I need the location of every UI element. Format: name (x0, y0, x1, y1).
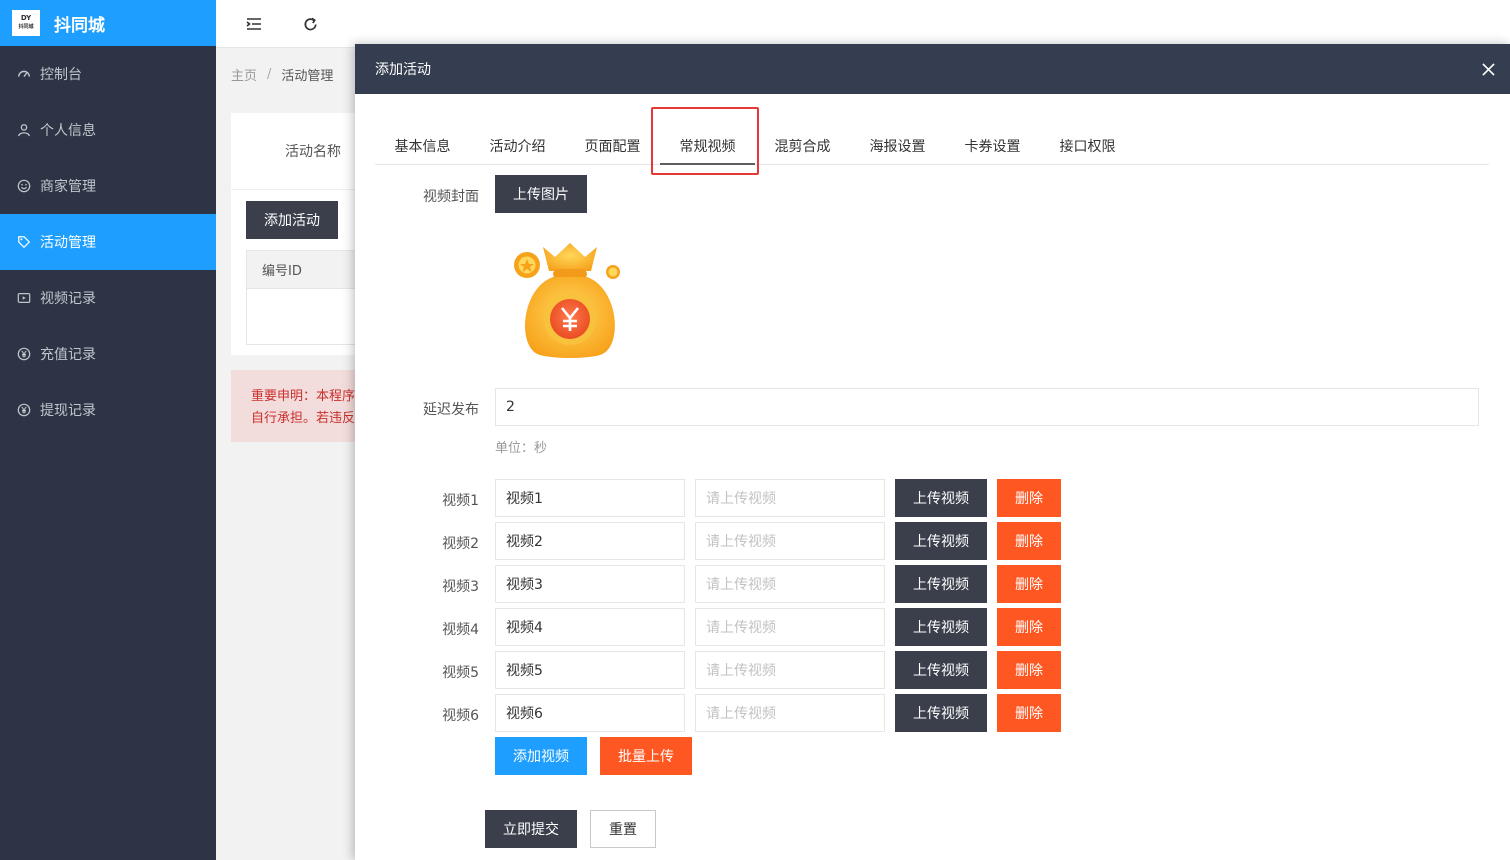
sidebar-item-video-records[interactable]: 视频记录 (0, 270, 216, 326)
delete-button[interactable]: 删除 (997, 651, 1061, 689)
upload-video-button[interactable]: 上传视频 (895, 565, 987, 603)
modal-header: 添加活动 (355, 44, 1510, 94)
video-label: 视频5 (442, 665, 479, 681)
video-file-input[interactable]: 请上传视频 (695, 694, 885, 732)
video-label: 视频4 (442, 622, 479, 638)
delete-button[interactable]: 删除 (997, 522, 1061, 560)
filter-label: 活动名称 (285, 144, 341, 160)
sidebar-item-activities[interactable]: 活动管理 (0, 214, 216, 270)
sidebar-item-label: 提现记录 (40, 403, 96, 419)
delete-button[interactable]: 删除 (997, 565, 1061, 603)
money-bag-icon (514, 243, 620, 358)
delete-button[interactable]: 删除 (997, 479, 1061, 517)
modal-title: 添加活动 (375, 62, 431, 78)
tab-page-config[interactable]: 页面配置 (565, 122, 660, 164)
video-file-input[interactable]: 请上传视频 (695, 608, 885, 646)
delay-unit-hint: 单位：秒 (495, 441, 548, 456)
upload-video-button[interactable]: 上传视频 (895, 522, 987, 560)
dashboard-icon (16, 66, 32, 82)
video-file-input[interactable]: 请上传视频 (695, 651, 885, 689)
notice-line: 重要申明：本程序 (251, 389, 356, 404)
add-video-button[interactable]: 添加视频 (495, 737, 587, 775)
video-file-input[interactable]: 请上传视频 (695, 565, 885, 603)
upload-video-button[interactable]: 上传视频 (895, 694, 987, 732)
upload-video-button[interactable]: 上传视频 (895, 479, 987, 517)
table-header-id: 编号ID (247, 251, 370, 289)
upload-video-button[interactable]: 上传视频 (895, 608, 987, 646)
sidebar-item-profile[interactable]: 个人信息 (0, 102, 216, 158)
logo-small-bottom: 抖同城 (18, 24, 34, 30)
yen-icon (16, 346, 32, 362)
add-activity-modal: 添加活动 基本信息 活动介绍 页面配置 常规视频 混剪合成 海报设置 卡券设置 … (355, 44, 1510, 860)
submit-button[interactable]: 立即提交 (485, 810, 577, 848)
top-header (216, 0, 1510, 48)
sidebar-item-recharge-records[interactable]: 充值记录 (0, 326, 216, 382)
sidebar-item-label: 控制台 (40, 67, 82, 83)
sidebar-item-withdraw-records[interactable]: 提现记录 (0, 382, 216, 438)
smile-icon (16, 178, 32, 194)
tab-basic-info[interactable]: 基本信息 (375, 122, 470, 164)
video-icon (16, 290, 32, 306)
delete-button[interactable]: 删除 (997, 694, 1061, 732)
video-name-input[interactable]: 视频6 (495, 694, 685, 732)
upload-video-button[interactable]: 上传视频 (895, 651, 987, 689)
refresh-icon[interactable] (300, 14, 320, 34)
delay-input[interactable]: 2 (495, 388, 1479, 426)
notice-line: 自行承担。若违反 (251, 411, 356, 426)
video-name-input[interactable]: 视频5 (495, 651, 685, 689)
video-label: 视频2 (442, 536, 479, 552)
activity-table: 编号ID (246, 250, 371, 345)
tab-mixed-edit[interactable]: 混剪合成 (755, 122, 850, 164)
notice-banner: 重要申明：本程序 自行承担。若违反 (231, 370, 371, 442)
batch-upload-button[interactable]: 批量上传 (600, 737, 692, 775)
reset-button[interactable]: 重置 (590, 810, 656, 848)
sidebar-item-label: 个人信息 (40, 123, 96, 139)
video-label: 视频6 (442, 708, 479, 724)
sidebar-item-label: 活动管理 (40, 235, 96, 251)
modal-tabs: 基本信息 活动介绍 页面配置 常规视频 混剪合成 海报设置 卡券设置 接口权限 (375, 122, 1489, 165)
video-name-input[interactable]: 视频3 (495, 565, 685, 603)
tab-coupon-settings[interactable]: 卡券设置 (945, 122, 1040, 164)
breadcrumb-separator: / (267, 66, 272, 82)
tab-poster-settings[interactable]: 海报设置 (850, 122, 945, 164)
breadcrumb-current: 活动管理 (281, 68, 334, 84)
tag-icon (16, 234, 32, 250)
sidebar-item-dashboard[interactable]: 控制台 (0, 46, 216, 102)
add-activity-button[interactable]: 添加活动 (246, 201, 338, 239)
divider (231, 189, 371, 190)
activity-list-card: 活动名称 添加活动 编号ID (231, 113, 371, 355)
user-icon (16, 122, 32, 138)
delete-button[interactable]: 删除 (997, 608, 1061, 646)
sidebar: DY 抖同城 抖同城 控制台 个人信息 商家管理 活动管理 视频记录 充值记录 … (0, 0, 216, 860)
app-logo: DY 抖同城 (12, 10, 40, 36)
sidebar-item-merchants[interactable]: 商家管理 (0, 158, 216, 214)
delay-label: 延迟发布 (423, 402, 479, 418)
video-name-input[interactable]: 视频4 (495, 608, 685, 646)
video-file-input[interactable]: 请上传视频 (695, 522, 885, 560)
video-label: 视频3 (442, 579, 479, 595)
tab-activity-intro[interactable]: 活动介绍 (470, 122, 565, 164)
cover-label: 视频封面 (423, 189, 479, 205)
sidebar-item-label: 充值记录 (40, 347, 96, 363)
video-name-input[interactable]: 视频1 (495, 479, 685, 517)
logo-small-top: DY (20, 14, 32, 22)
active-tab-highlight (651, 107, 759, 175)
menu-toggle-icon[interactable] (244, 14, 264, 34)
sidebar-item-label: 视频记录 (40, 291, 96, 307)
video-file-input[interactable]: 请上传视频 (695, 479, 885, 517)
video-label: 视频1 (442, 493, 479, 509)
yen-icon (16, 402, 32, 418)
breadcrumb-home[interactable]: 主页 (231, 65, 257, 84)
tab-api-permissions[interactable]: 接口权限 (1040, 122, 1135, 164)
sidebar-item-label: 商家管理 (40, 179, 96, 195)
app-title: 抖同城 (54, 15, 105, 36)
upload-image-button[interactable]: 上传图片 (495, 175, 587, 213)
logo-bar: DY 抖同城 抖同城 (0, 0, 216, 46)
video-name-input[interactable]: 视频2 (495, 522, 685, 560)
close-icon[interactable] (1478, 59, 1498, 79)
